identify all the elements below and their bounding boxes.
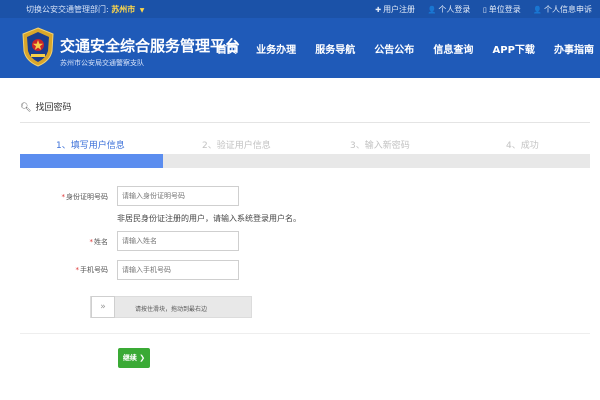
user-apply-icon: 👤 — [533, 6, 542, 14]
page-title: 🔍︎ 找回密码 — [20, 100, 71, 113]
appeal-link-label: 个人信息申诉 — [544, 5, 592, 14]
plus-icon: ✚ — [375, 6, 382, 14]
nav-item-service-nav[interactable]: 服务导航 — [315, 41, 355, 56]
phone-input[interactable] — [117, 260, 239, 280]
step-progress-bar — [20, 154, 590, 168]
step-indicator: 1、填写用户信息 2、验证用户信息 3、输入新密码 4、成功 — [20, 138, 590, 151]
continue-button[interactable]: 继续 ❯ — [118, 348, 150, 368]
step-2: 2、验证用户信息 — [202, 141, 271, 151]
key-icon: 🔍︎ — [20, 103, 32, 113]
site-title[interactable]: 交通安全综合服务管理平台 — [60, 35, 240, 56]
company-login-link[interactable]: ▯ 单位登录 — [483, 4, 521, 15]
id-number-hint: 非居民身份证注册的用户，请输入系统登录用户名。 — [117, 214, 301, 223]
personal-login-link[interactable]: 👤 个人登录 — [428, 4, 471, 15]
city-selector[interactable]: 苏州市 — [111, 5, 135, 14]
slide-verify-text: 请按住滑块，拖动到最右边 — [135, 306, 208, 313]
caret-down-icon[interactable]: ▼ — [140, 7, 145, 14]
top-utility-bar: 切换公安交通管理部门: 苏州市 ▼ ✚ 用户注册 👤 个人登录 ▯ 单位登录 👤 个人信… — [0, 0, 600, 18]
police-emblem-icon[interactable] — [20, 27, 56, 67]
id-number-label: *身份证明号码 — [61, 193, 109, 201]
main-nav: 首页 业务办理 服务导航 公告公布 信息查询 APP下载 办事指南 — [217, 38, 600, 57]
step-1: 1、填写用户信息 — [56, 141, 125, 151]
nav-item-announcements[interactable]: 公告公布 — [374, 41, 414, 56]
name-label: *姓名 — [89, 238, 109, 246]
slide-verify-track[interactable]: » 请按住滑块，拖动到最右边 — [90, 296, 252, 318]
phone-label: *手机号码 — [75, 266, 109, 274]
name-input[interactable] — [117, 231, 239, 251]
company-login-label: 单位登录 — [488, 5, 521, 14]
nav-item-business[interactable]: 业务办理 — [256, 41, 296, 56]
department-switcher[interactable]: 切换公安交通管理部门: 苏州市 ▼ — [26, 4, 144, 15]
step-progress-fill — [20, 154, 163, 168]
register-link[interactable]: ✚ 用户注册 — [375, 4, 415, 15]
form-divider — [20, 333, 590, 334]
slide-handle-icon[interactable]: » — [91, 296, 115, 318]
nav-item-app-download[interactable]: APP下载 — [493, 41, 535, 56]
account-links: ✚ 用户注册 👤 个人登录 ▯ 单位登录 👤 个人信息申诉 — [365, 4, 592, 15]
step-4: 4、成功 — [506, 141, 539, 151]
site-subtitle: 苏州市公安局交通警察支队 — [60, 59, 144, 67]
nav-item-guide[interactable]: 办事指南 — [554, 41, 594, 56]
id-number-input[interactable] — [117, 186, 239, 206]
register-link-label: 用户注册 — [383, 5, 416, 14]
site-header: 交通安全综合服务管理平台 苏州市公安局交通警察支队 首页 业务办理 服务导航 公… — [0, 18, 600, 78]
switch-department-label: 切换公安交通管理部门: — [26, 5, 109, 14]
nav-item-home[interactable]: 首页 — [217, 41, 237, 56]
page-title-text: 找回密码 — [35, 103, 72, 113]
user-icon: 👤 — [427, 6, 437, 14]
step-3: 3、输入新密码 — [350, 141, 410, 151]
building-icon: ▯ — [482, 6, 487, 14]
title-divider — [20, 122, 590, 123]
personal-login-label: 个人登录 — [438, 5, 471, 14]
appeal-link[interactable]: 👤 个人信息申诉 — [533, 4, 592, 15]
nav-item-info-query[interactable]: 信息查询 — [433, 41, 473, 56]
